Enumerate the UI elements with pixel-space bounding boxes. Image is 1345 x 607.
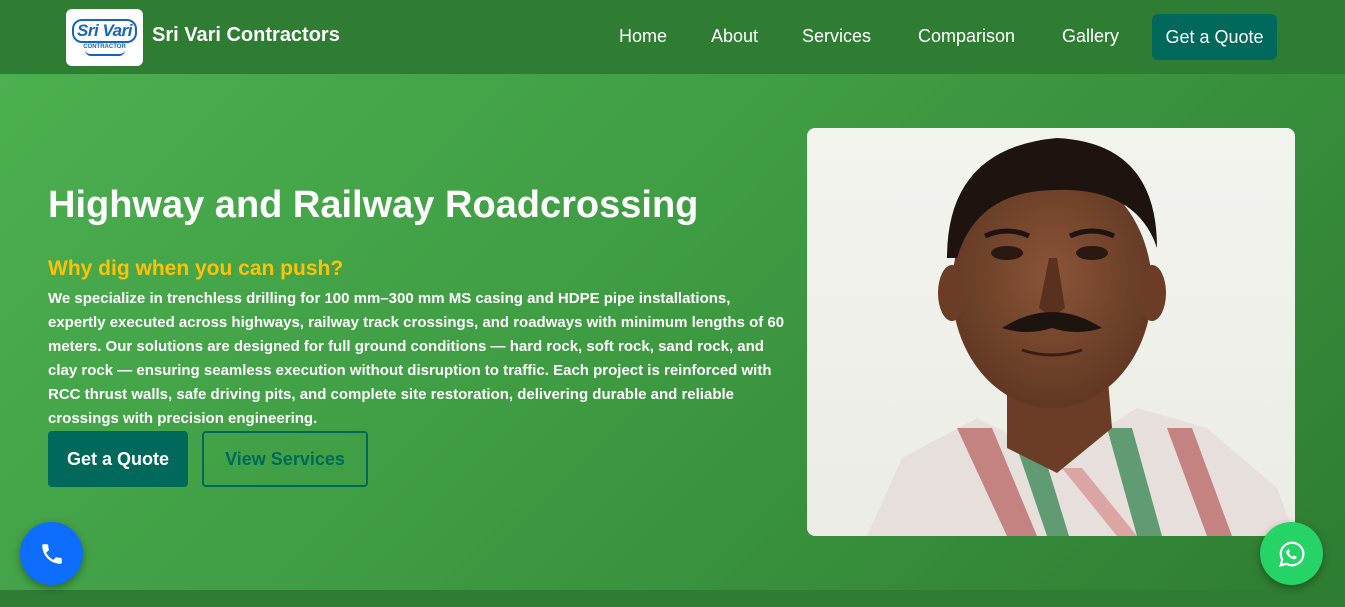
nav-item-home[interactable]: Home: [619, 26, 667, 47]
view-services-button[interactable]: View Services: [202, 431, 368, 487]
nav-item-about[interactable]: About: [711, 26, 758, 47]
hero-portrait-image: [807, 128, 1295, 536]
portrait-illustration: [867, 138, 1295, 536]
whatsapp-button[interactable]: [1260, 522, 1323, 585]
site-header: Sri Vari CONTRACTOR Sri Vari Contractors…: [0, 0, 1345, 74]
brand-logo[interactable]: Sri Vari CONTRACTOR: [66, 9, 143, 66]
nav-item-gallery[interactable]: Gallery: [1062, 26, 1119, 47]
get-quote-button[interactable]: Get a Quote: [48, 431, 188, 487]
logo-swoosh-icon: [84, 50, 125, 56]
call-button[interactable]: [20, 522, 83, 585]
hero-subtitle: Why dig when you can push?: [48, 257, 344, 280]
logo-wordmark: Sri Vari: [72, 19, 137, 43]
phone-icon: [41, 543, 62, 564]
brand-name[interactable]: Sri Vari Contractors: [152, 24, 340, 47]
hero-description: We specialize in trenchless drilling for…: [48, 290, 785, 427]
nav-item-services[interactable]: Services: [802, 26, 871, 47]
hero-section: Highway and Railway Roadcrossing Why dig…: [0, 74, 1345, 590]
whatsapp-icon: [1278, 541, 1304, 567]
section-divider: [0, 590, 1345, 607]
hero-title: Highway and Railway Roadcrossing: [48, 184, 699, 226]
nav-item-comparison[interactable]: Comparison: [918, 26, 1015, 47]
nav-get-quote-button[interactable]: Get a Quote: [1152, 14, 1277, 60]
